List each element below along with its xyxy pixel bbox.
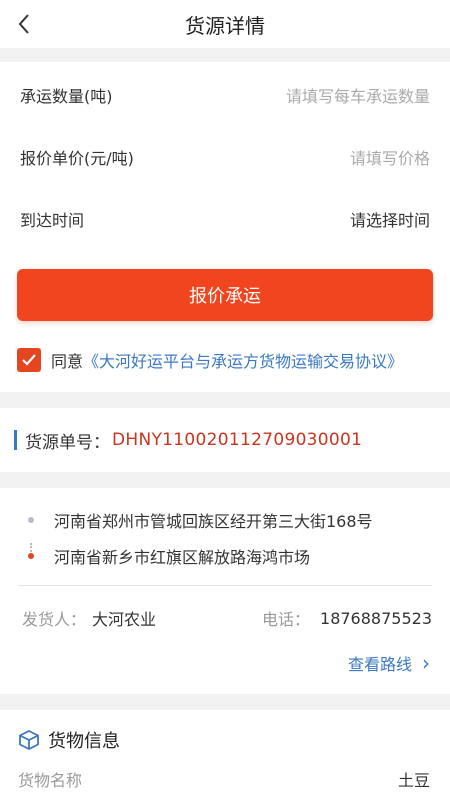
view-route-link[interactable]: 查看路线 › — [348, 651, 430, 675]
agreement-prefix: 同意 — [51, 352, 84, 371]
goods-name-row: 货物名称 土豆 — [18, 767, 430, 791]
quote-button[interactable]: 报价承运 — [17, 269, 433, 321]
goods-name-value: 土豆 — [397, 771, 430, 790]
destination-dot-icon — [28, 553, 34, 559]
origin-address: 河南省郑州市管城回族区经开第三大街168号 — [28, 508, 373, 532]
goods-header: 货物信息 — [18, 727, 120, 753]
origin-dot-icon — [28, 517, 34, 523]
shipper-phone[interactable]: 18768875523 — [320, 609, 432, 628]
price-label: 报价单价(元/吨) — [20, 149, 134, 168]
quantity-row[interactable]: 承运数量(吨) 请填写每车承运数量 — [0, 64, 450, 126]
source-number-label: 货源单号： — [25, 432, 110, 453]
arrival-row[interactable]: 到达时间 请选择时间 — [0, 188, 450, 250]
phone-label: 电话： — [262, 610, 311, 629]
check-icon — [22, 354, 36, 366]
view-route-label: 查看路线 — [347, 655, 412, 674]
origin-text: 河南省郑州市管城回族区经开第三大街168号 — [54, 512, 373, 531]
arrival-picker[interactable]: 请选择时间 — [350, 207, 430, 231]
divider — [18, 585, 432, 586]
goods-name-label: 货物名称 — [18, 771, 83, 790]
source-number-card: 货源单号： DHNY110020112709030001 — [0, 408, 450, 472]
arrival-label: 到达时间 — [20, 211, 85, 230]
destination-address: 河南省新乡市红旗区解放路海鸿市场 — [28, 544, 310, 568]
agreement-link[interactable]: 《大河好运平台与承运方货物运输交易协议》 — [83, 348, 403, 372]
page-title: 货源详情 — [185, 14, 265, 38]
shipper-label: 发货人： — [22, 610, 87, 629]
agreement-checkbox[interactable] — [17, 348, 41, 372]
price-row[interactable]: 报价单价(元/吨) 请填写价格 — [0, 126, 450, 188]
quote-form-card: 承运数量(吨) 请填写每车承运数量 报价单价(元/吨) 请填写价格 到达时间 请… — [0, 62, 450, 392]
price-input[interactable]: 请填写价格 — [350, 145, 430, 169]
shipper-name: 大河农业 — [92, 610, 157, 629]
quantity-input[interactable]: 请填写每车承运数量 — [286, 83, 430, 107]
quantity-label: 承运数量(吨) — [20, 87, 113, 106]
cube-icon — [19, 729, 39, 751]
nav-bar: 货源详情 — [0, 0, 450, 48]
source-number: DHNY110020112709030001 — [112, 430, 363, 450]
agreement-row: 同意 《大河好运平台与承运方货物运输交易协议》 — [17, 347, 403, 373]
goods-title: 货物信息 — [48, 731, 120, 752]
section-bar — [14, 430, 17, 450]
shipper-info: 发货人： 大河农业 电话： 18768875523 — [22, 606, 432, 630]
destination-text: 河南省新乡市红旗区解放路海鸿市场 — [54, 548, 311, 567]
chevron-right-icon: › — [422, 651, 430, 675]
